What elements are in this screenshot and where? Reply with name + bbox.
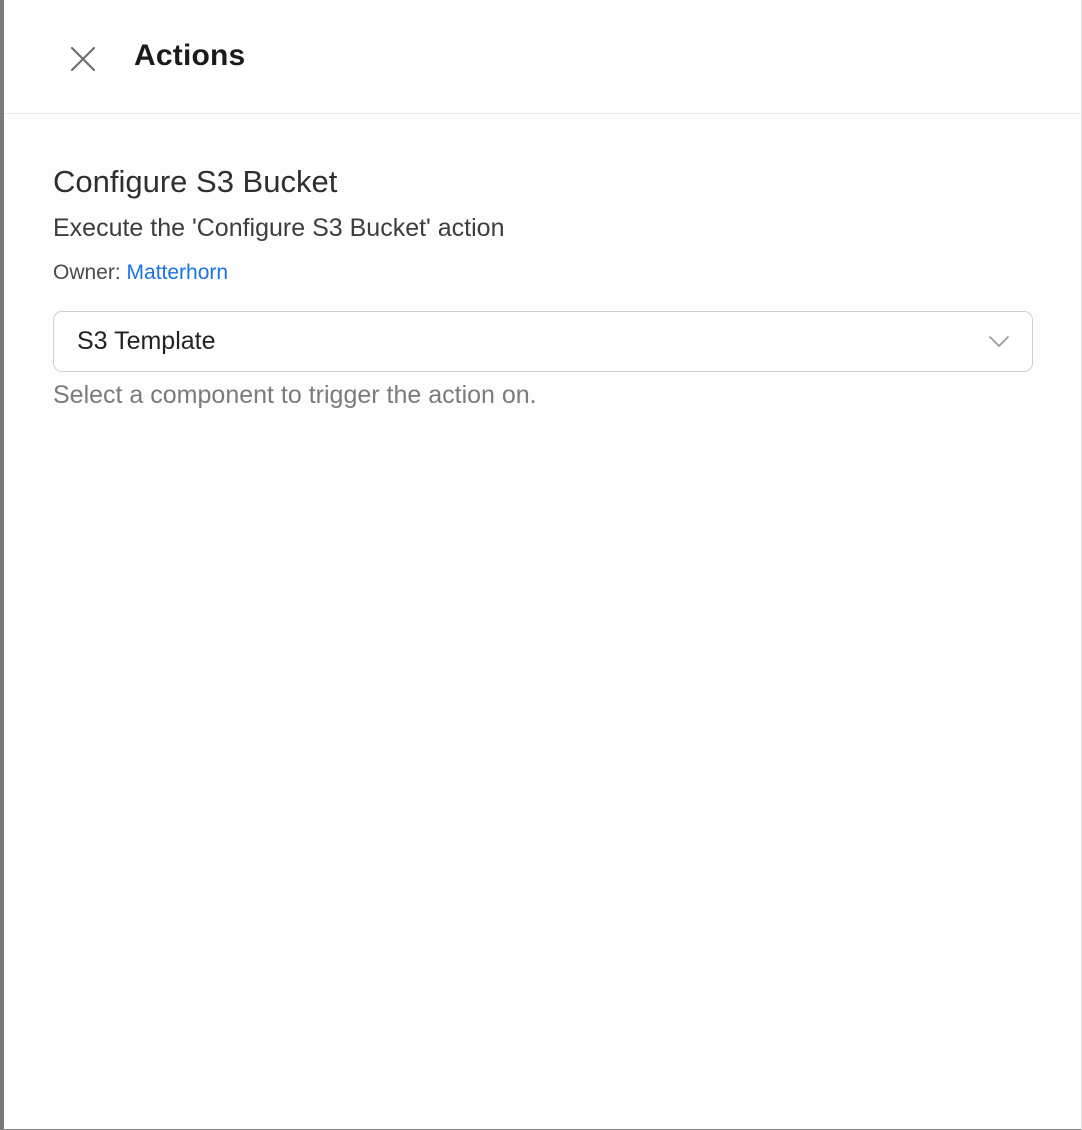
owner-link[interactable]: Matterhorn [127, 261, 229, 284]
owner-label: Owner: [53, 261, 121, 284]
panel-header: Actions [4, 0, 1081, 114]
component-select[interactable]: S3 Template [53, 311, 1033, 372]
close-button[interactable] [62, 38, 104, 80]
owner-row: Owner: Matterhorn [53, 258, 1040, 288]
component-select-help: Select a component to trigger the action… [53, 381, 537, 409]
chevron-down-icon [989, 336, 1009, 347]
action-details: Configure S3 Bucket Execute the 'Configu… [53, 160, 1040, 412]
action-description: Execute the 'Configure S3 Bucket' action [53, 214, 505, 242]
close-icon [70, 46, 96, 72]
component-select-value: S3 Template [77, 327, 216, 355]
panel-title: Actions [134, 39, 246, 72]
action-title: Configure S3 Bucket [53, 164, 338, 199]
actions-panel: Actions Configure S3 Bucket Execute the … [0, 0, 1082, 1130]
